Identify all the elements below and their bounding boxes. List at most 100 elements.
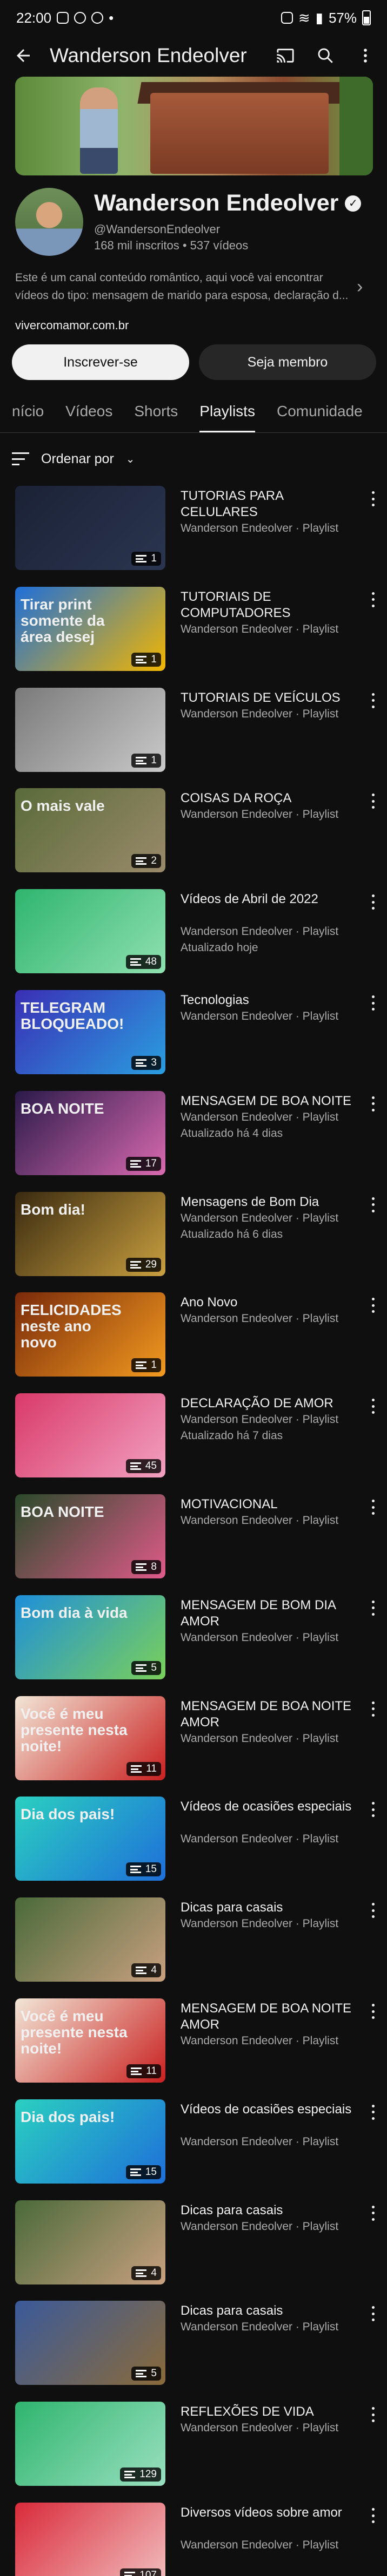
more-vertical-icon[interactable] [366, 589, 379, 611]
playlist-row[interactable]: BOA NOITE 8 MOTIVACIONAL Wanderson Endeolve… [0, 1487, 387, 1584]
playlist-title[interactable]: TUTORIAS PARA CELULARES [181, 488, 359, 520]
more-vertical-icon[interactable] [366, 1799, 379, 1820]
playlist-thumbnail[interactable]: Você é meu presente nesta noite! 11 [15, 1998, 165, 2083]
playlist-title[interactable]: REFLEXÕES DE VIDA [181, 2404, 359, 2420]
more-options-button[interactable] [355, 45, 376, 66]
playlist-thumbnail[interactable]: 48 [15, 889, 165, 974]
more-vertical-icon[interactable] [366, 2001, 379, 2022]
back-button[interactable] [11, 43, 36, 68]
playlist-title[interactable]: Tecnologias [181, 992, 359, 1008]
playlist-row[interactable]: 4 Dicas para casais Wanderson Endeolver · … [0, 1890, 387, 1987]
playlist-thumbnail[interactable]: Tirar print somente da área desej 1 [15, 586, 165, 671]
playlist-row[interactable]: Dia dos pais! 15 Vídeos de ocasiões especi… [0, 1789, 387, 1886]
playlist-thumbnail[interactable]: 1 [15, 486, 165, 570]
more-vertical-icon[interactable] [366, 891, 379, 913]
playlist-row[interactable]: O mais vale 2 COISAS DA ROÇA Wanderson Ende… [0, 781, 387, 878]
playlist-title[interactable]: Dicas para casais [181, 1900, 359, 1916]
tab-home[interactable]: nício [0, 390, 55, 432]
playlist-title[interactable]: Dicas para casais [181, 2303, 359, 2319]
playlist-thumbnail[interactable]: Bom dia! 29 [15, 1191, 165, 1276]
playlist-title[interactable]: MENSAGEM DE BOA NOITE [181, 1093, 359, 1109]
playlist-title[interactable]: Vídeos de Abril de 2022 [181, 891, 359, 907]
playlist-title[interactable]: MENSAGEM DE BOA NOITE AMOR [181, 2001, 359, 2033]
playlist-thumbnail[interactable]: Dia dos pais! 15 [15, 2099, 165, 2184]
playlist-thumbnail[interactable]: 4 [15, 2200, 165, 2284]
playlist-title[interactable]: Ano Novo [181, 1294, 359, 1311]
playlist-thumbnail[interactable]: 1 [15, 687, 165, 772]
playlist-thumbnail[interactable]: TELEGRAM BLOQUEADO! 3 [15, 990, 165, 1074]
playlist-thumbnail[interactable]: Dia dos pais! 15 [15, 1797, 165, 1881]
more-vertical-icon[interactable] [366, 1093, 379, 1115]
channel-avatar[interactable] [15, 188, 83, 256]
playlist-title[interactable]: Mensagens de Bom Dia [181, 1194, 359, 1210]
playlist-title[interactable]: TUTORIAIS DE COMPUTADORES [181, 589, 359, 621]
more-vertical-icon[interactable] [366, 2102, 379, 2123]
playlist-thumbnail[interactable]: FELICIDADES neste ano novo 1 [15, 1292, 165, 1377]
playlist-thumbnail[interactable]: Bom dia à vida 5 [15, 1595, 165, 1679]
search-button[interactable] [315, 45, 336, 66]
playlist-row[interactable]: 4 Dicas para casais Wanderson Endeolver · … [0, 2193, 387, 2290]
more-vertical-icon[interactable] [366, 790, 379, 812]
playlist-title[interactable]: Vídeos de ocasiões especiais [181, 2102, 359, 2118]
cast-button[interactable] [275, 45, 296, 66]
more-vertical-icon[interactable] [366, 2202, 379, 2224]
more-vertical-icon[interactable] [366, 2303, 379, 2324]
playlist-row[interactable]: Você é meu presente nesta noite! 11 MENSAG… [0, 1689, 387, 1786]
playlist-row[interactable]: 45 DECLARAÇÃO DE AMOR Wanderson Endeolver … [0, 1386, 387, 1483]
more-vertical-icon[interactable] [366, 1194, 379, 1216]
playlist-thumbnail[interactable]: 4 [15, 1897, 165, 1982]
more-vertical-icon[interactable] [366, 1496, 379, 1518]
playlist-title[interactable]: Vídeos de ocasiões especiais [181, 1799, 359, 1815]
playlist-row[interactable]: FELICIDADES neste ano novo 1 Ano Novo Wande… [0, 1285, 387, 1382]
playlist-thumbnail[interactable]: 129 [15, 2402, 165, 2486]
playlist-row[interactable]: 5 Dicas para casais Wanderson Endeolver · … [0, 2293, 387, 2390]
playlist-row[interactable]: BOA NOITE 17 MENSAGEM DE BOA NOITE Wanderso… [0, 1083, 387, 1181]
playlist-row[interactable]: Você é meu presente nesta noite! 11 MENSAG… [0, 1991, 387, 2088]
playlist-title[interactable]: MENSAGEM DE BOM DIA AMOR [181, 1597, 359, 1630]
tab-community[interactable]: Comunidade [266, 390, 373, 432]
playlist-row[interactable]: 107 Diversos vídeos sobre amor Wanderson E… [0, 2495, 387, 2576]
playlist-thumbnail[interactable]: BOA NOITE 8 [15, 1494, 165, 1578]
playlist-row[interactable]: Dia dos pais! 15 Vídeos de ocasiões especi… [0, 2092, 387, 2189]
more-vertical-icon[interactable] [366, 992, 379, 1014]
playlist-title[interactable]: MOTIVACIONAL [181, 1496, 359, 1513]
playlist-title[interactable]: Diversos vídeos sobre amor [181, 2505, 359, 2521]
channel-description[interactable]: Este é um canal conteúdo romântico, aqui… [15, 269, 350, 304]
playlist-row[interactable]: Bom dia! 29 Mensagens de Bom Dia Wanderson … [0, 1184, 387, 1282]
more-vertical-icon[interactable] [366, 1395, 379, 1417]
more-vertical-icon[interactable] [366, 2404, 379, 2425]
playlist-title[interactable]: MENSAGEM DE BOA NOITE AMOR [181, 1698, 359, 1731]
channel-link[interactable]: vivercomamor.com.br [15, 318, 129, 333]
more-vertical-icon[interactable] [366, 1698, 379, 1720]
tab-videos[interactable]: Vídeos [55, 390, 123, 432]
sort-button[interactable]: Ordenar por ⌄ [12, 443, 135, 475]
more-vertical-icon[interactable] [366, 690, 379, 711]
playlist-row[interactable]: 1 TUTORIAIS DE VEÍCULOS Wanderson Endeolve… [0, 680, 387, 777]
playlist-title[interactable]: DECLARAÇÃO DE AMOR [181, 1395, 359, 1412]
more-vertical-icon[interactable] [366, 1597, 379, 1619]
tab-shorts[interactable]: Shorts [123, 390, 189, 432]
playlist-row[interactable]: 129 REFLEXÕES DE VIDA Wanderson Endeolver … [0, 2394, 387, 2491]
more-vertical-icon[interactable] [366, 1900, 379, 1921]
more-vertical-icon[interactable] [366, 2505, 379, 2526]
playlist-thumbnail[interactable]: O mais vale 2 [15, 788, 165, 873]
playlist-row[interactable]: 1 TUTORIAS PARA CELULARES Wanderson Endeol… [0, 478, 387, 575]
playlist-title[interactable]: Dicas para casais [181, 2202, 359, 2219]
playlist-thumbnail[interactable]: 107 [15, 2503, 165, 2576]
playlist-row[interactable]: 48 Vídeos de Abril de 2022 Wanderson Endeo… [0, 882, 387, 979]
playlist-row[interactable]: Tirar print somente da área desej 1 TUTORI… [0, 579, 387, 676]
playlist-row[interactable]: Bom dia à vida 5 MENSAGEM DE BOM DIA AMOR W… [0, 1588, 387, 1685]
join-member-button[interactable]: Seja membro [199, 344, 376, 380]
playlist-thumbnail[interactable]: Você é meu presente nesta noite! 11 [15, 1696, 165, 1780]
playlist-title[interactable]: TUTORIAIS DE VEÍCULOS [181, 690, 359, 706]
more-vertical-icon[interactable] [366, 1294, 379, 1316]
playlist-row[interactable]: TELEGRAM BLOQUEADO! 3 Tecnologias Wanderson… [0, 982, 387, 1080]
playlist-title[interactable]: COISAS DA ROÇA [181, 790, 359, 806]
playlist-thumbnail[interactable]: 45 [15, 1393, 165, 1478]
chevron-right-icon[interactable]: › [357, 276, 363, 297]
playlist-thumbnail[interactable]: 5 [15, 2301, 165, 2385]
more-vertical-icon[interactable] [366, 488, 379, 510]
tab-playlists[interactable]: Playlists [189, 390, 266, 432]
subscribe-button[interactable]: Inscrever-se [12, 344, 189, 380]
playlist-thumbnail[interactable]: BOA NOITE 17 [15, 1090, 165, 1175]
